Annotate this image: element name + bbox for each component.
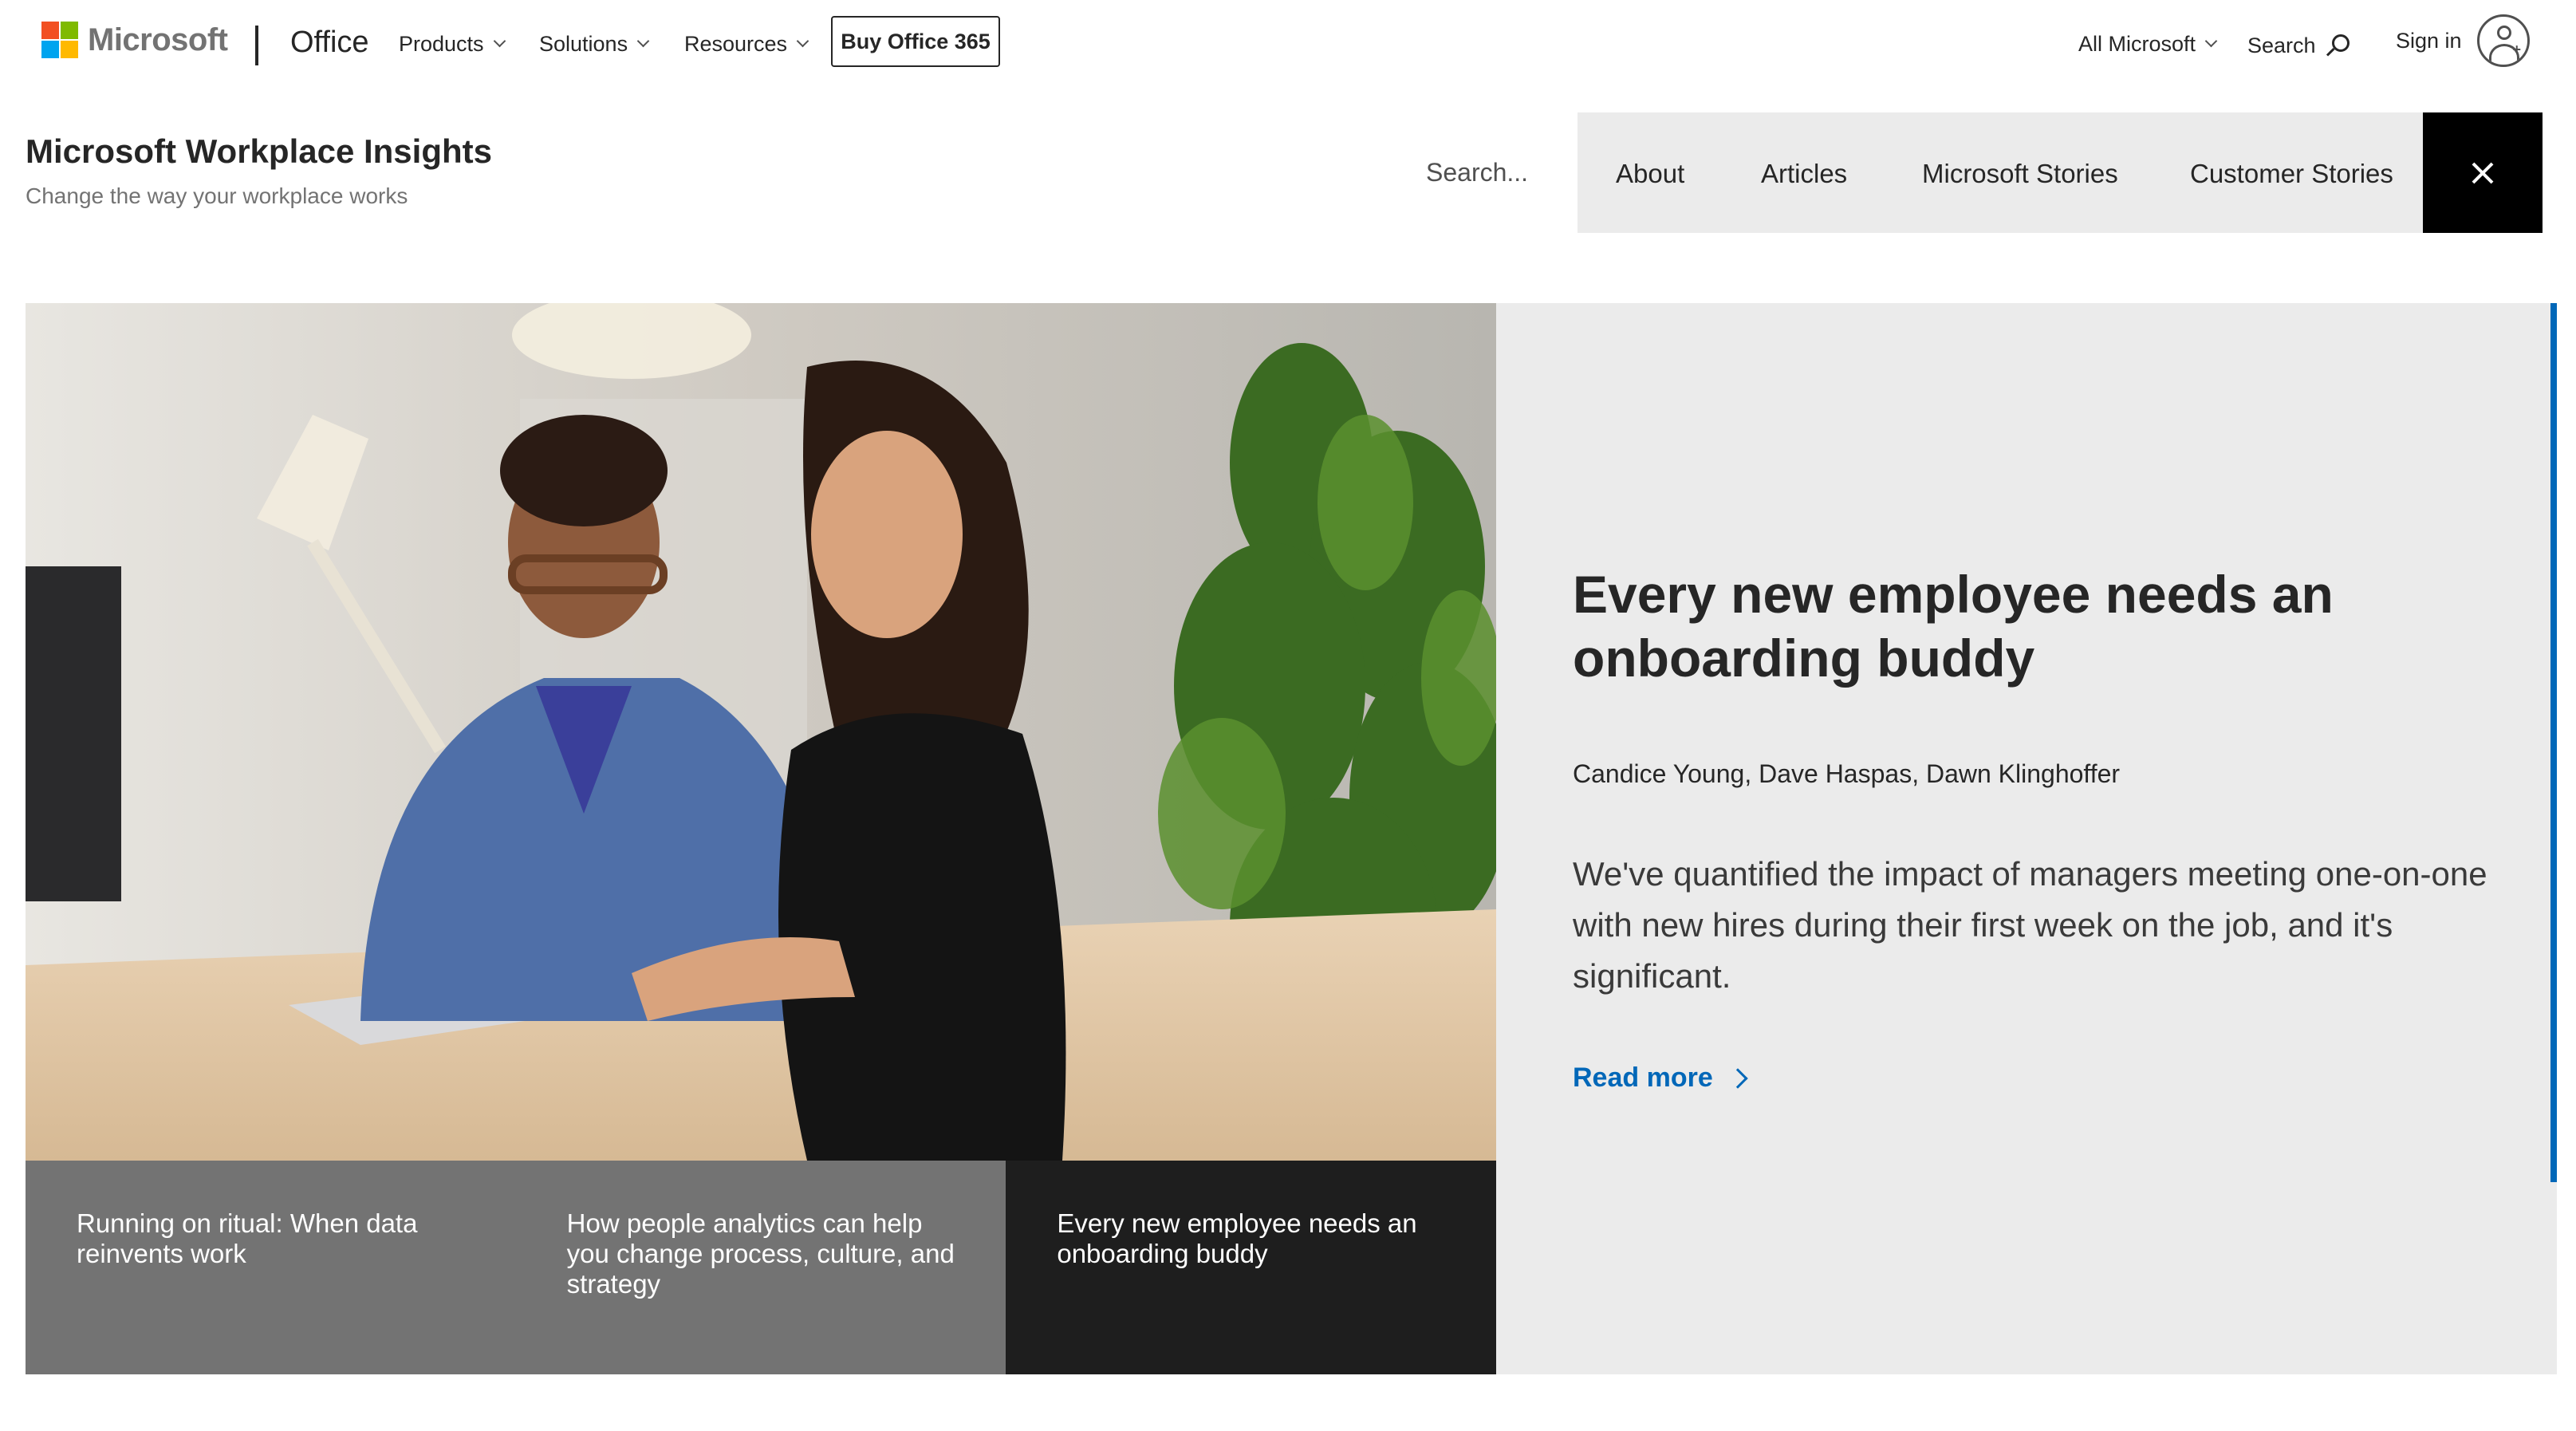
hero-panel: Every new employee needs an onboarding b… — [1496, 303, 2557, 1374]
read-more-label: Read more — [1573, 1062, 1713, 1093]
solutions-menu[interactable]: Solutions — [539, 32, 650, 57]
carousel-card[interactable]: How people analytics can help you change… — [515, 1161, 1006, 1374]
close-nav-button[interactable] — [2423, 112, 2543, 233]
nav-microsoft-stories[interactable]: Microsoft Stories — [1922, 159, 2118, 189]
nav-about[interactable]: About — [1616, 159, 1684, 189]
carousel-card[interactable]: Running on ritual: When data reinvents w… — [26, 1161, 516, 1374]
solutions-menu-label: Solutions — [539, 32, 628, 56]
nav-articles[interactable]: Articles — [1761, 159, 1847, 189]
chevron-down-icon — [493, 34, 506, 48]
all-microsoft-label: All Microsoft — [2078, 32, 2196, 56]
brand-divider — [255, 26, 258, 65]
hero-image — [26, 303, 1496, 1161]
carousel-cards: Running on ritual: When data reinvents w… — [26, 1161, 1497, 1374]
read-more-link[interactable]: Read more — [1573, 1062, 1748, 1094]
chevron-down-icon — [796, 34, 809, 48]
hero-authors: Candice Young, Dave Haspas, Dawn Klingho… — [1573, 759, 2121, 788]
site-search-input[interactable]: Search... — [1426, 158, 1528, 187]
carousel-card-active[interactable]: Every new employee needs an onboarding b… — [1006, 1161, 1497, 1374]
all-microsoft-menu[interactable]: All Microsoft — [2078, 32, 2218, 57]
office-home-link[interactable]: Office — [290, 26, 369, 60]
chevron-down-icon — [636, 34, 650, 48]
site-title[interactable]: Microsoft Workplace Insights — [26, 132, 492, 171]
chevron-right-icon — [1727, 1067, 1748, 1089]
microsoft-logo-icon — [41, 22, 78, 58]
global-header: Microsoft Office Products Solutions Reso… — [0, 0, 2576, 88]
global-search-button[interactable]: Search — [2247, 34, 2350, 58]
microsoft-wordmark: Microsoft — [88, 22, 228, 57]
resources-menu-label: Resources — [684, 32, 788, 56]
hero-accent-bar — [2550, 303, 2557, 1182]
user-avatar-icon[interactable]: + — [2477, 14, 2530, 67]
products-menu-label: Products — [399, 32, 484, 56]
nav-customer-stories[interactable]: Customer Stories — [2190, 159, 2393, 189]
buy-office-button[interactable]: Buy Office 365 — [831, 16, 1000, 67]
search-icon — [2326, 34, 2350, 58]
sign-in-label: Sign in — [2396, 29, 2462, 53]
chevron-down-icon — [2204, 34, 2218, 48]
site-subtitle: Change the way your workplace works — [26, 183, 408, 208]
global-search-label: Search — [2247, 34, 2316, 57]
site-nav: About Articles Microsoft Stories Custome… — [1578, 112, 2423, 233]
resources-menu[interactable]: Resources — [684, 32, 809, 57]
sign-in-link[interactable]: Sign in — [2396, 29, 2462, 53]
hero-title: Every new employee needs an onboarding b… — [1573, 565, 2334, 688]
microsoft-logo[interactable]: Microsoft — [41, 21, 228, 59]
hero-description: We've quantified the impact of managers … — [1573, 855, 2487, 995]
products-menu[interactable]: Products — [399, 32, 506, 57]
